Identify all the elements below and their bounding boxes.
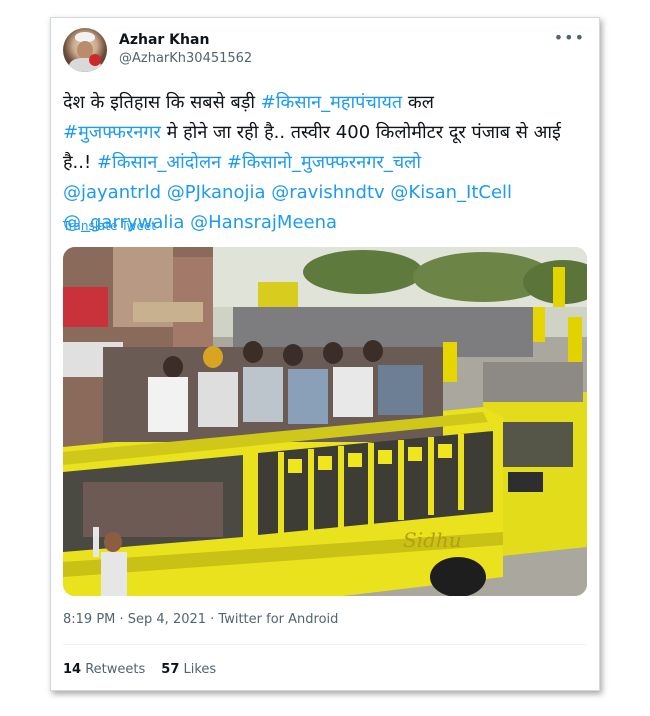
tweet-meta[interactable]: 8:19 PM · Sep 4, 2021 · Twitter for Andr… xyxy=(63,612,338,627)
bus-photo-illustration: Sidhu xyxy=(63,247,587,596)
retweets-stat[interactable]: 14 Retweets xyxy=(63,662,145,677)
engagement-stats: 14 Retweets 57 Likes xyxy=(63,662,216,677)
retweets-count: 14 xyxy=(63,662,82,677)
likes-stat[interactable]: 57 Likes xyxy=(161,662,216,677)
tweet-card: Azhar Khan @AzharKh30451562 ••• देश के इ… xyxy=(50,17,600,691)
hashtag-link[interactable]: #किसान_आंदोलन xyxy=(97,152,221,173)
divider xyxy=(63,644,587,645)
tweet-photo[interactable]: Sidhu xyxy=(63,247,587,596)
mention-link[interactable]: @ravishndtv xyxy=(271,182,384,203)
retweets-label: Retweets xyxy=(85,662,146,677)
avatar[interactable] xyxy=(63,28,107,72)
more-dots-icon[interactable]: ••• xyxy=(554,30,585,46)
mention-link[interactable]: @PJkanojia xyxy=(167,182,266,203)
translate-tweet-link[interactable]: Translate Tweet xyxy=(63,219,156,233)
author-handle[interactable]: @AzharKh30451562 xyxy=(119,51,252,66)
bus-text: Sidhu xyxy=(403,528,462,552)
tweet-text-segment: कल xyxy=(402,92,434,113)
hashtag-link[interactable]: #किसान_महापंचायत xyxy=(261,92,402,113)
tweet-text-segment: देश के इतिहास कि सबसे बड़ी xyxy=(63,92,261,113)
hashtag-link[interactable]: #किसानो_मुजफ्फरनगर_चलो xyxy=(227,152,421,173)
mention-link[interactable]: @Kisan_ItCell xyxy=(390,182,512,203)
author-name[interactable]: Azhar Khan xyxy=(119,32,209,48)
mention-link[interactable]: @HansrajMeena xyxy=(190,212,337,233)
hashtag-link[interactable]: #मुजफ्फरनगर xyxy=(63,122,161,143)
mention-link[interactable]: @jayantrld xyxy=(63,182,161,203)
likes-count: 57 xyxy=(161,662,180,677)
tweet-text: देश के इतिहास कि सबसे बड़ी #किसान_महापंच… xyxy=(63,88,589,238)
likes-label: Likes xyxy=(183,662,217,677)
